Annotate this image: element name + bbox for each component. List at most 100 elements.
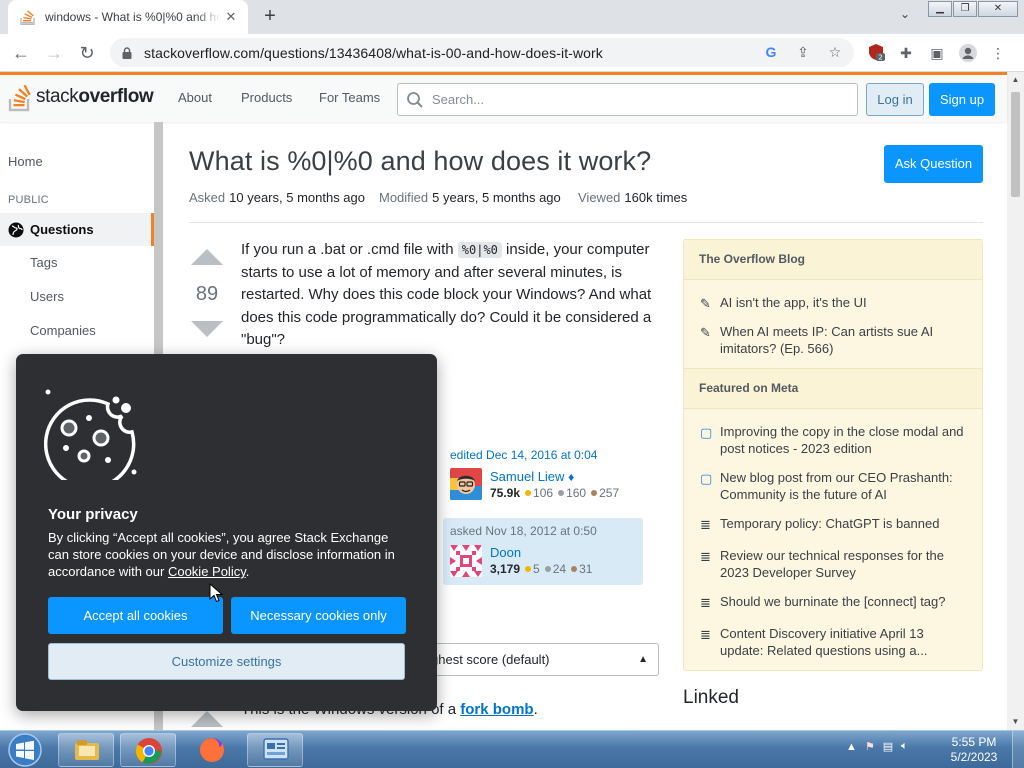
meta-item[interactable]: ≣ Should we burninate the [connect] tag? (700, 593, 970, 611)
sidebar-item-companies[interactable]: Companies (30, 323, 96, 338)
sidebar-item-users[interactable]: Users (30, 289, 64, 304)
page-title: What is %0|%0 and how does it work? (189, 146, 652, 176)
asker-name[interactable]: Doon (490, 545, 592, 560)
blog-item-text: When AI meets IP: Can artists sue AI imi… (720, 324, 934, 356)
meta-viewed-label: Viewed (578, 190, 621, 205)
answer-text-end: . (533, 701, 538, 718)
clock-date: 5/2/2023 (950, 750, 998, 764)
linked-heading: Linked (683, 687, 739, 708)
editor-avatar[interactable] (450, 468, 482, 500)
blog-item[interactable]: ✎ When AI meets IP: Can artists sue AI im… (700, 323, 970, 357)
tab-close-icon[interactable]: ✕ (222, 9, 240, 25)
search-icon (407, 91, 423, 108)
downvote-arrow-icon[interactable] (191, 321, 223, 337)
tray-volume-icon[interactable]: 🔈︎ (901, 740, 908, 753)
tab-search-chevron-icon[interactable]: ⌄ (894, 7, 916, 27)
pencil-icon: ✎ (700, 296, 711, 311)
taskbar-file-explorer-icon[interactable] (58, 733, 114, 767)
answer-upvote-arrow-icon[interactable] (191, 711, 223, 727)
fork-bomb-link[interactable]: fork bomb (460, 701, 533, 718)
cookie-text-end: . (245, 564, 250, 579)
nav-for-teams[interactable]: For Teams (319, 90, 380, 105)
taskbar-control-panel-icon[interactable] (247, 733, 303, 767)
sidebar-item-home[interactable]: Home (8, 154, 43, 169)
sidebar-item-tags[interactable]: Tags (30, 255, 57, 270)
search-input[interactable] (432, 92, 832, 107)
tab-title: windows - What is %0|%0 and how does it … (45, 10, 221, 24)
stack-icon: ≣ (700, 517, 711, 532)
meta-item[interactable]: ▢ New blog post from our CEO Prashanth: C… (700, 469, 970, 503)
ask-question-button[interactable]: Ask Question (884, 145, 983, 183)
extension-shield-icon[interactable]: 2 (866, 43, 886, 63)
maximize-window-icon[interactable]: ❐ (953, 1, 977, 17)
editor-name[interactable]: Samuel Liew (490, 469, 564, 484)
nav-about[interactable]: About (178, 90, 212, 105)
browser-tab-active[interactable]: windows - What is %0|%0 and how does it … (8, 0, 248, 34)
reload-icon[interactable]: ↻ (75, 41, 99, 65)
bookmark-star-icon[interactable]: ☆ (826, 43, 844, 61)
blog-item[interactable]: ✎ AI isn't the app, it's the UI (700, 294, 970, 312)
browser-toolbar: ← → ↻ stackoverflow.com/questions/134364… (0, 34, 1024, 72)
meta-item[interactable]: ≣ Content Discovery initiative April 13 u… (700, 625, 970, 659)
necessary-cookies-button[interactable]: Necessary cookies only (231, 597, 406, 634)
close-window-icon[interactable]: ✕ (978, 1, 1018, 17)
windows-taskbar: ▲ ⚑ ▤ 🔈︎ 5:55 PM 5/2/2023 (0, 730, 1024, 768)
pencil-icon: ✎ (700, 325, 711, 340)
taskbar-chrome-icon[interactable] (120, 733, 176, 767)
google-icon[interactable]: G (762, 43, 780, 61)
meta-item[interactable]: ≣ Review our technical responses for the … (700, 547, 970, 581)
meta-item-text: Temporary policy: ChatGPT is banned (720, 516, 940, 531)
scrollbar-thumb[interactable] (1011, 92, 1020, 197)
browser-menu-icon[interactable]: ⋮ (988, 43, 1008, 63)
tray-flag-icon[interactable]: ⚑ (865, 740, 875, 753)
minimize-window-icon[interactable]: ▁ (928, 1, 952, 17)
so-logo[interactable]: stackoverflow (8, 82, 154, 112)
login-button[interactable]: Log in (866, 83, 924, 116)
editor-silver-count: 160 (566, 486, 587, 500)
silver-badge-icon (558, 490, 565, 497)
sidebar-item-questions[interactable]: Questions (0, 213, 154, 246)
profile-avatar-icon[interactable] (958, 43, 978, 63)
tray-expand-icon[interactable]: ▲ (846, 741, 857, 753)
meta-item[interactable]: ≣ Temporary policy: ChatGPT is banned (700, 515, 970, 533)
meta-modified: Modified 5 years, 5 months ago (379, 190, 561, 205)
extension-badge-count: 2 (878, 54, 882, 62)
signup-button[interactable]: Sign up (929, 83, 995, 116)
edited-link[interactable]: edited Dec 14, 2016 at 0:04 (450, 448, 597, 462)
meta-item-text: Review our technical responses for the 2… (720, 548, 945, 580)
search-box[interactable] (397, 83, 858, 116)
taskbar-clock[interactable]: 5:55 PM 5/2/2023 (944, 735, 1004, 765)
scroll-down-arrow-icon[interactable]: ▼ (1007, 714, 1024, 730)
nav-products[interactable]: Products (241, 90, 292, 105)
puzzle-extensions-icon[interactable]: ✚ (896, 43, 916, 63)
side-panel-icon[interactable]: ▣ (927, 43, 947, 63)
tray-network-icon[interactable]: ▤ (883, 740, 893, 753)
answers-sort-select[interactable]: ghest score (default) ▲ (420, 643, 659, 676)
forward-arrow-icon[interactable]: → (42, 41, 66, 65)
share-icon[interactable]: ⇪ (794, 43, 812, 61)
new-tab-button[interactable]: + (258, 5, 282, 29)
scroll-up-arrow-icon[interactable]: ▲ (1007, 72, 1024, 88)
upvote-arrow-icon[interactable] (191, 249, 223, 265)
asker-avatar[interactable] (450, 545, 482, 577)
asker-bronze-count: 31 (579, 562, 593, 576)
accept-all-cookies-button[interactable]: Accept all cookies (48, 597, 223, 634)
editor-bronze-count: 257 (599, 486, 620, 500)
sort-selected-value: ghest score (default) (431, 652, 550, 667)
meta-item-text: New blog post from our CEO Prashanth: Co… (720, 470, 953, 502)
meta-item-text: Should we burninate the [connect] tag? (720, 594, 946, 609)
silver-badge-icon (544, 566, 551, 573)
cookie-policy-link[interactable]: Cookie Policy (168, 564, 246, 579)
show-desktop-button[interactable] (1012, 731, 1024, 768)
taskbar-firefox-icon[interactable] (184, 733, 240, 767)
customize-settings-button[interactable]: Customize settings (48, 643, 405, 680)
back-arrow-icon[interactable]: ← (9, 41, 33, 65)
windows-start-button[interactable] (4, 732, 46, 768)
address-bar[interactable]: stackoverflow.com/questions/13436408/wha… (110, 38, 854, 67)
header-divider (189, 222, 983, 223)
bronze-badge-icon (571, 566, 578, 573)
browser-tabstrip: windows - What is %0|%0 and how does it … (0, 0, 1024, 34)
page-scrollbar[interactable]: ▲ ▼ (1007, 72, 1024, 730)
meta-item[interactable]: ▢ Improving the copy in the close modal a… (700, 423, 970, 457)
vote-count: 89 (195, 283, 219, 305)
